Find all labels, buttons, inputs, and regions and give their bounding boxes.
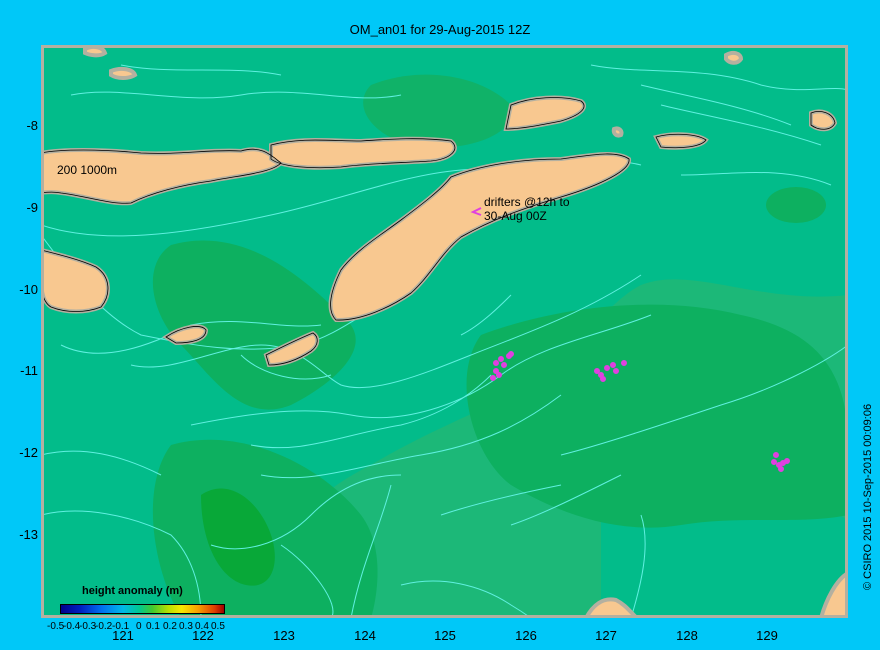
x-tick-label: 125 — [434, 628, 456, 643]
colorbar-title: height anomaly (m) — [82, 585, 183, 597]
anomaly-blob-east — [766, 187, 826, 223]
x-tick-label: 126 — [515, 628, 537, 643]
drifters-label-line2: 30-Aug 00Z — [484, 209, 547, 223]
colorbar-tick-label: 0.5 — [211, 621, 225, 632]
island-north-small — [724, 50, 744, 65]
colorbar-tick-label: -0.4 — [63, 621, 81, 632]
contour-label: 200 1000m — [57, 163, 117, 177]
map-plot: 200 1000m drifters @12h to 30-Aug 00Z — [41, 45, 848, 618]
colorbar-tick-label: 0.3 — [179, 621, 193, 632]
x-tick-label: 127 — [595, 628, 617, 643]
island-north-b — [83, 45, 108, 58]
colorbar-tick-label: 0.2 — [163, 621, 177, 632]
island-kisar — [611, 126, 624, 138]
y-tick-label: -10 — [19, 282, 38, 297]
colorbar-tick-label: 0 — [136, 621, 142, 632]
x-tick-label: 124 — [354, 628, 376, 643]
colorbar-tick-label: -0.3 — [79, 621, 97, 632]
map-title: OM_an01 for 29-Aug-2015 12Z — [349, 22, 531, 37]
credit-text: © CSIRO 2015 10-Sep-2015 00:09:06 — [862, 403, 874, 590]
x-tick-label: 123 — [273, 628, 295, 643]
colorbar-tick-label: 0.1 — [146, 621, 160, 632]
x-tick-label: 128 — [676, 628, 698, 643]
y-tick-label: -12 — [19, 445, 38, 460]
drifters-label-line1: drifters @12h to — [484, 195, 570, 209]
colorbar-tick-label: -0.1 — [112, 621, 130, 632]
x-tick-label: 129 — [756, 628, 778, 643]
y-tick-label: -13 — [19, 527, 38, 542]
island-north-a — [109, 66, 138, 80]
y-tick-label: -9 — [26, 200, 38, 215]
island-east — [809, 109, 838, 132]
y-tick-label: -8 — [26, 118, 38, 133]
colorbar-tick-label: 0.4 — [195, 621, 209, 632]
colorbar-tick-label: -0.2 — [95, 621, 113, 632]
colorbar-tick-label: -0.5 — [47, 621, 65, 632]
y-tick-label: -11 — [20, 363, 38, 378]
colorbar — [60, 604, 225, 614]
